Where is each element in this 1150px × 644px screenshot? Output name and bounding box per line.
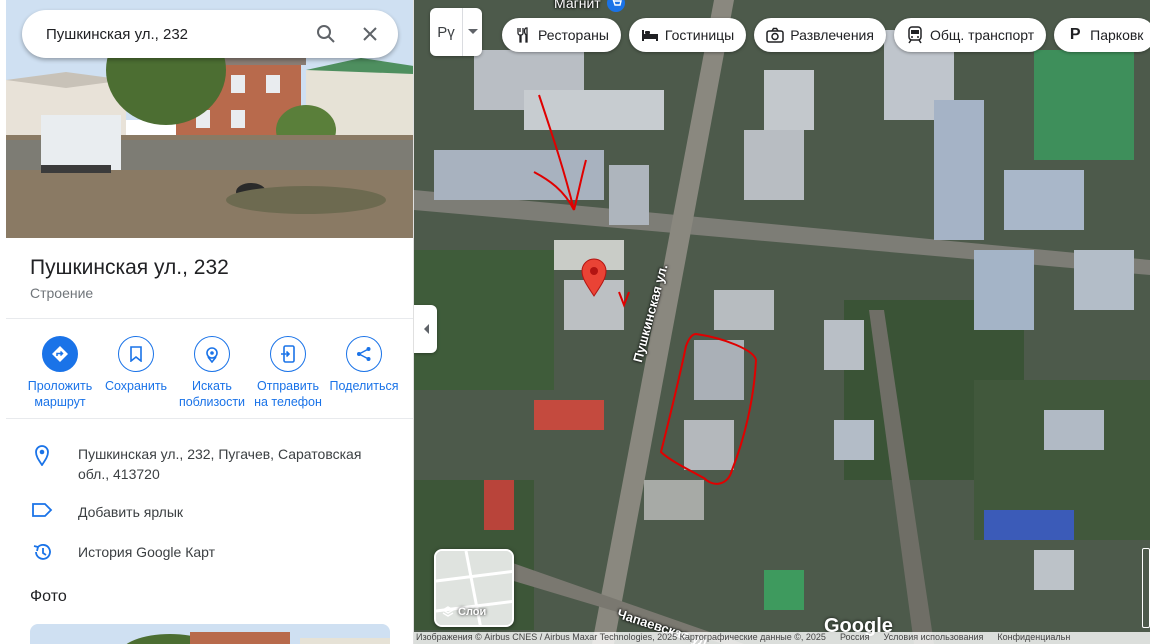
chip-transit[interactable]: Общ. транспорт bbox=[893, 18, 1047, 52]
address-row[interactable]: Пушкинская ул., 232, Пугачев, Саратовска… bbox=[30, 444, 378, 484]
transit-icon bbox=[906, 26, 924, 44]
language-selector[interactable]: Рү bbox=[430, 8, 482, 56]
directions-button[interactable]: Проложить маршрут bbox=[22, 336, 98, 410]
search-input[interactable]: Пушкинская ул., 232 bbox=[46, 26, 304, 43]
divider bbox=[6, 318, 413, 319]
layers-icon bbox=[442, 606, 454, 617]
add-label-text: Добавить ярлык bbox=[78, 504, 184, 520]
chevron-left-icon bbox=[423, 324, 429, 334]
close-button[interactable] bbox=[348, 12, 392, 56]
category-chips: Рестораны Гостиницы Развлечения Общ. тра… bbox=[502, 18, 1150, 52]
country-link[interactable]: Россия bbox=[840, 632, 870, 644]
map-canvas[interactable]: Магнит Пушкинская ул. Чапаевская ул. Рү … bbox=[414, 0, 1150, 644]
share-button[interactable]: Поделиться bbox=[326, 336, 402, 410]
restaurant-icon bbox=[514, 26, 532, 44]
bookmark-icon bbox=[130, 346, 142, 362]
parking-icon: P bbox=[1069, 26, 1081, 43]
directions-icon bbox=[52, 346, 68, 362]
search-nearby-button[interactable]: Искать поблизости bbox=[174, 336, 250, 410]
send-to-phone-button[interactable]: Отправить на телефон bbox=[250, 336, 326, 410]
place-panel: Пушкинская ул., 232 Пушкинская ул., 232 … bbox=[0, 0, 414, 644]
map-scrollbar[interactable] bbox=[1142, 548, 1150, 628]
place-title: Пушкинская ул., 232 bbox=[30, 256, 229, 279]
close-icon bbox=[363, 27, 377, 41]
action-bar: Проложить маршрут Сохранить Искать побли… bbox=[22, 336, 402, 410]
divider bbox=[6, 418, 413, 419]
location-pin-icon bbox=[35, 445, 49, 466]
share-icon bbox=[357, 347, 371, 361]
shopping-cart-icon bbox=[606, 0, 625, 12]
send-to-phone-icon bbox=[281, 345, 295, 363]
save-button[interactable]: Сохранить bbox=[98, 336, 174, 410]
poi-label[interactable]: Магнит bbox=[554, 0, 625, 12]
map-attribution: Изображения © Airbus CNES / Airbus Maxar… bbox=[414, 632, 1150, 644]
terms-link[interactable]: Условия использования bbox=[883, 632, 983, 644]
history-text: История Google Карт bbox=[78, 544, 216, 560]
chip-parking[interactable]: P Парковк bbox=[1054, 18, 1150, 52]
search-button[interactable] bbox=[304, 12, 348, 56]
language-value: Рү bbox=[437, 23, 455, 41]
photo-thumbnail[interactable] bbox=[30, 624, 390, 644]
photos-heading: Фото bbox=[30, 588, 67, 605]
chip-restaurants[interactable]: Рестораны bbox=[502, 18, 621, 52]
collapse-panel-button[interactable] bbox=[414, 305, 437, 353]
history-icon bbox=[33, 544, 51, 560]
search-box[interactable]: Пушкинская ул., 232 bbox=[22, 10, 398, 58]
place-category[interactable]: Строение bbox=[30, 285, 93, 301]
layers-button[interactable]: Слои bbox=[434, 549, 514, 627]
chip-hotels[interactable]: Гостиницы bbox=[628, 18, 747, 52]
address-text: Пушкинская ул., 232, Пугачев, Саратовска… bbox=[78, 446, 362, 482]
hotel-icon bbox=[641, 26, 659, 44]
satellite-imagery bbox=[414, 0, 1150, 644]
privacy-link[interactable]: Конфиденциальн bbox=[997, 632, 1070, 644]
add-label-row[interactable]: Добавить ярлык bbox=[30, 502, 378, 522]
search-icon bbox=[317, 25, 335, 43]
history-row[interactable]: История Google Карт bbox=[30, 542, 378, 562]
nearby-icon bbox=[206, 347, 218, 363]
label-icon bbox=[32, 503, 53, 517]
chip-entertainment[interactable]: Развлечения bbox=[754, 18, 886, 52]
chevron-down-icon[interactable] bbox=[462, 8, 482, 56]
camera-icon bbox=[766, 26, 784, 44]
